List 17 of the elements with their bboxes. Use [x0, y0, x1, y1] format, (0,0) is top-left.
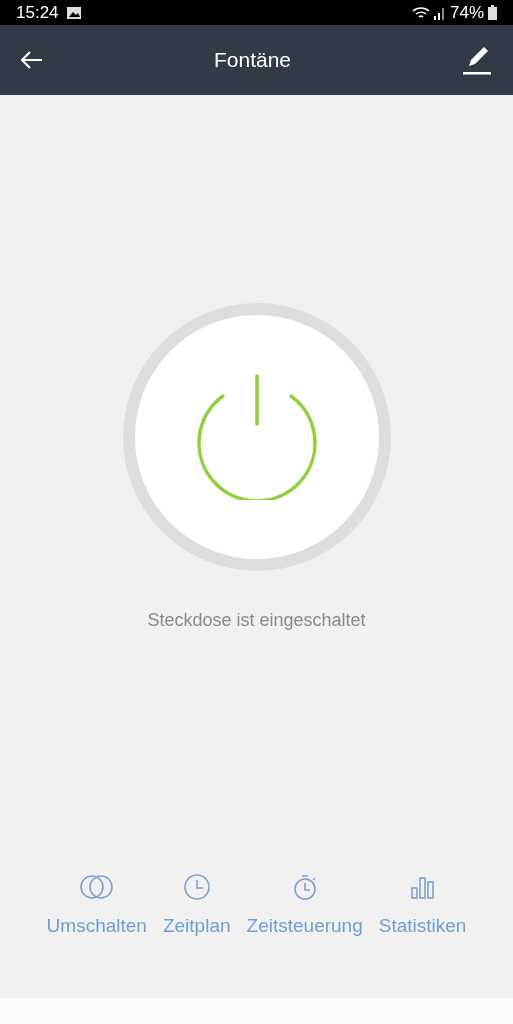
- action-button[interactable]: Statistiken: [378, 872, 467, 941]
- battery-percentage: 74%: [449, 1, 484, 24]
- action-button[interactable]: Zeitplan: [162, 872, 231, 941]
- pencil-icon: [462, 45, 492, 75]
- battery-icon: [488, 5, 497, 20]
- action-button[interactable]: Umschalten: [46, 872, 147, 941]
- status-time: 15:24: [16, 1, 59, 24]
- clock-icon: [181, 872, 212, 902]
- action-button[interactable]: Zeitsteuerung: [246, 872, 363, 941]
- power-status-text: Steckdose ist eingeschaltet: [147, 609, 366, 632]
- power-icon: [194, 374, 319, 500]
- image-icon: [66, 6, 81, 19]
- wifi-icon: [411, 5, 430, 20]
- page-title: Fontäne: [213, 47, 292, 74]
- back-arrow-icon: [21, 51, 43, 69]
- signal-icon: [433, 5, 446, 20]
- edit-button[interactable]: [461, 44, 493, 76]
